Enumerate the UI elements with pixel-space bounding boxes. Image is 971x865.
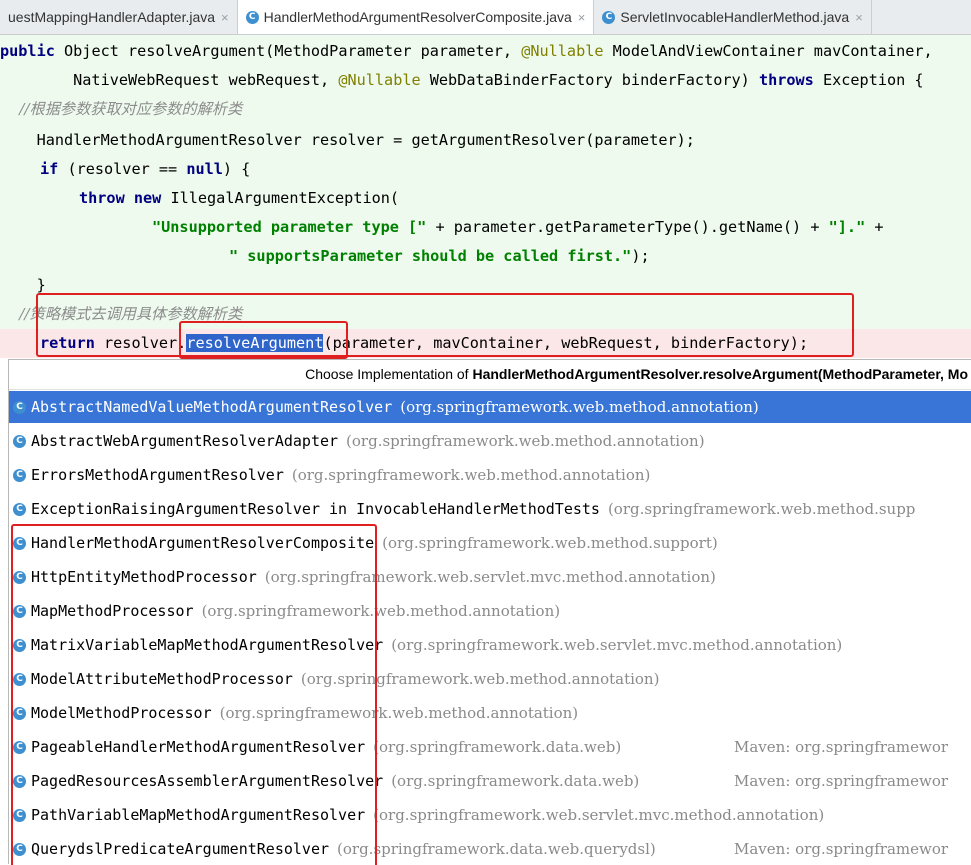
class-icon: C (13, 605, 26, 618)
code-line: " supportsParameter should be called fir… (229, 247, 650, 265)
implementation-class-name: AbstractNamedValueMethodArgumentResolver (31, 398, 393, 416)
code-line: public Object resolveArgument(MethodPara… (0, 42, 933, 60)
code-line: if (resolver == null) { (40, 160, 251, 178)
tab-handler-method-argument-resolver-composite[interactable]: C HandlerMethodArgumentResolverComposite… (237, 0, 595, 34)
class-icon: C (13, 673, 26, 686)
implementation-class-name: ModelMethodProcessor (31, 704, 212, 722)
implementation-class-name: MapMethodProcessor (31, 602, 194, 620)
implementation-class-name: ExceptionRaisingArgumentResolver in Invo… (31, 500, 600, 518)
class-icon: C (13, 707, 26, 720)
implementation-list-item[interactable]: C QuerydslPredicateArgumentResolver (org.s… (9, 833, 971, 864)
choose-implementation-popup[interactable]: Choose Implementation of HandlerMethodAr… (8, 359, 971, 864)
implementation-package: (org.springframework.data.web.querydsl) (337, 840, 656, 858)
class-icon: C (602, 10, 616, 24)
implementation-list-item[interactable]: C AbstractNamedValueMethodArgumentResolve… (9, 391, 971, 423)
code-line: "Unsupported parameter type [" + paramet… (152, 218, 884, 236)
class-icon: C (13, 401, 26, 414)
class-icon: C (245, 10, 259, 24)
class-icon: C (13, 537, 26, 550)
implementation-library: Maven: org.springframewor (734, 772, 949, 790)
class-icon: C (13, 469, 26, 482)
implementation-package: (org.springframework.web.method.annotati… (300, 670, 660, 688)
class-icon: C (13, 503, 26, 516)
implementation-list-item[interactable]: C ModelAttributeMethodProcessor (org.sprin… (9, 663, 971, 695)
tab-servlet-invocable-handler-method[interactable]: C ServletInvocableHandlerMethod.java × (594, 0, 872, 34)
implementation-package: (org.springframework.web.servlet.mvc.met… (391, 636, 843, 654)
implementation-class-name: MatrixVariableMapMethodArgumentResolver (31, 636, 384, 654)
implementation-list-item[interactable]: C HttpEntityMethodProcessor (org.springfra… (9, 561, 971, 593)
code-line: NativeWebRequest webRequest, @Nullable W… (0, 71, 924, 89)
popup-title: Choose Implementation of HandlerMethodAr… (9, 360, 971, 390)
editor-tab-bar: uestMappingHandlerAdapter.java × C Handl… (0, 0, 971, 35)
code-line-current: return resolver.resolveArgument(paramete… (0, 329, 971, 358)
implementation-package: (org.springframework.web.method.annotati… (400, 398, 759, 416)
code-editor[interactable]: public Object resolveArgument(MethodPara… (0, 35, 971, 358)
tab-label: uestMappingHandlerAdapter.java (8, 9, 216, 25)
code-comment: //根据参数获取对应参数的解析类 (0, 100, 243, 118)
implementation-package: (org.springframework.web.servlet.mvc.met… (373, 806, 825, 824)
close-icon[interactable]: × (221, 10, 229, 25)
class-icon: C (13, 775, 26, 788)
code-comment: //策略模式去调用具体参数解析类 (0, 305, 243, 323)
implementation-class-name: PagedResourcesAssemblerArgumentResolver (31, 772, 384, 790)
implementation-package: (org.springframework.web.method.supp (607, 500, 916, 518)
code-line: } (0, 276, 46, 294)
class-icon: C (13, 741, 26, 754)
implementation-package: (org.springframework.web.method.annotati… (346, 432, 705, 450)
implementation-package: (org.springframework.web.method.annotati… (201, 602, 561, 620)
implementation-package: (org.springframework.data.web) (391, 772, 640, 790)
implementation-package: (org.springframework.web.servlet.mvc.met… (264, 568, 716, 586)
implementation-class-name: QuerydslPredicateArgumentResolver (31, 840, 330, 858)
code-line: HandlerMethodArgumentResolver resolver =… (0, 131, 695, 149)
implementation-list-item[interactable]: C MatrixVariableMapMethodArgumentResolver… (9, 629, 971, 661)
implementation-class-name: PageableHandlerMethodArgumentResolver (31, 738, 366, 756)
implementation-package: (org.springframework.web.method.annotati… (291, 466, 651, 484)
class-icon: C (13, 571, 26, 584)
implementation-class-name: PathVariableMapMethodArgumentResolver (31, 806, 366, 824)
implementation-list-item[interactable]: C ExceptionRaisingArgumentResolver in Inv… (9, 493, 971, 525)
implementation-package: (org.springframework.web.method.support) (382, 534, 718, 552)
implementation-list-item[interactable]: C PagedResourcesAssemblerArgumentResolver… (9, 765, 971, 797)
implementation-list-item[interactable]: C PageableHandlerMethodArgumentResolver (o… (9, 731, 971, 763)
code-line: throw new IllegalArgumentException( (79, 189, 400, 207)
implementation-list-item[interactable]: C ModelMethodProcessor (org.springframewor… (9, 697, 971, 729)
implementation-class-name: HandlerMethodArgumentResolverComposite (31, 534, 375, 552)
implementation-class-name: ErrorsMethodArgumentResolver (31, 466, 284, 484)
implementation-package: (org.springframework.web.method.annotati… (219, 704, 579, 722)
implementation-library: Maven: org.springframewor (734, 738, 949, 756)
selected-method-name[interactable]: resolveArgument (186, 334, 324, 352)
tab-request-mapping-handler-adapter[interactable]: uestMappingHandlerAdapter.java × (0, 0, 238, 34)
tab-label: HandlerMethodArgumentResolverComposite.j… (263, 9, 572, 25)
implementation-list-item[interactable]: C AbstractWebArgumentResolverAdapter (org.… (9, 425, 971, 457)
class-icon: C (13, 809, 26, 822)
implementation-package: (org.springframework.data.web) (373, 738, 622, 756)
implementation-list-item[interactable]: C MapMethodProcessor (org.springframework.… (9, 595, 971, 627)
class-icon: C (13, 843, 26, 856)
implementation-library: Maven: org.springframewor (734, 840, 949, 858)
class-icon: C (13, 639, 26, 652)
implementation-list-item[interactable]: C PathVariableMapMethodArgumentResolver (o… (9, 799, 971, 831)
implementation-class-name: HttpEntityMethodProcessor (31, 568, 257, 586)
implementation-list-item[interactable]: C ErrorsMethodArgumentResolver (org.spring… (9, 459, 971, 491)
implementation-class-name: AbstractWebArgumentResolverAdapter (31, 432, 339, 450)
close-icon[interactable]: × (578, 10, 586, 25)
implementation-class-name: ModelAttributeMethodProcessor (31, 670, 293, 688)
close-icon[interactable]: × (855, 10, 863, 25)
class-icon: C (13, 435, 26, 448)
implementation-list-item[interactable]: C HandlerMethodArgumentResolverComposite (… (9, 527, 971, 559)
tab-label: ServletInvocableHandlerMethod.java (620, 9, 850, 25)
